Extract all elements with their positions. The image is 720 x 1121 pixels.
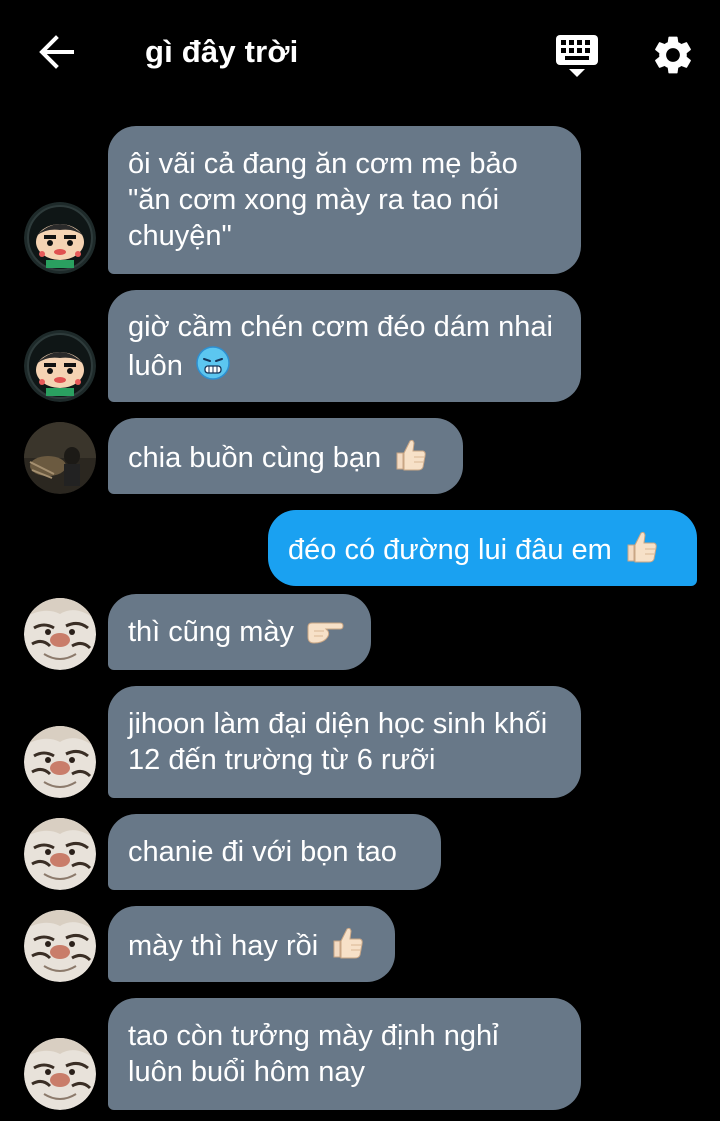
message-bubble[interactable]: giờ cầm chén cơm đéo dám nhai luôn — [108, 290, 581, 402]
avatar[interactable] — [24, 330, 96, 402]
tiger-avatar-icon — [24, 726, 96, 798]
message-text: đéo có đường lui đâu em — [288, 533, 612, 566]
avatar[interactable] — [24, 910, 96, 982]
shinchan-avatar-icon — [24, 330, 96, 402]
message-text: giờ cầm chén cơm đéo dám nhai luôn — [128, 310, 553, 382]
keyboard-button[interactable] — [553, 32, 601, 78]
dark-photo-avatar-icon — [24, 422, 96, 494]
cold-face-icon — [196, 345, 230, 380]
chat-header: gì đây trời — [0, 0, 720, 108]
message-text: jihoon làm đại diện học sinh khối 12 đến… — [128, 708, 548, 776]
chat-title: gì đây trời — [145, 34, 299, 69]
pointing-right-icon — [307, 622, 344, 644]
message-bubble[interactable]: chia buồn cùng bạn — [108, 418, 463, 494]
message-bubble[interactable]: ôi vãi cả đang ăn cơm mẹ bảo "ăn cơm xon… — [108, 126, 581, 274]
message-bubble[interactable]: chanie đi với bọn tao — [108, 814, 441, 890]
arrow-left-icon — [39, 35, 74, 69]
message-bubble[interactable]: jihoon làm đại diện học sinh khối 12 đến… — [108, 686, 581, 798]
message-bubble[interactable]: tao còn tưởng mày định nghỉ luôn buổi hô… — [108, 998, 581, 1110]
message-text: mày thì hay rồi — [128, 929, 319, 962]
message-bubble[interactable]: thì cũng mày — [108, 594, 371, 670]
message-text: chia buồn cùng bạn — [128, 441, 382, 474]
shinchan-avatar-icon — [24, 202, 96, 274]
message-bubble[interactable]: đéo có đường lui đâu em — [268, 510, 697, 586]
back-button[interactable] — [34, 30, 78, 74]
avatar[interactable] — [24, 726, 96, 798]
message-text: chanie đi với bọn tao — [128, 836, 397, 868]
avatar[interactable] — [24, 422, 96, 494]
gear-icon — [655, 36, 691, 74]
avatar[interactable] — [24, 202, 96, 274]
keyboard-icon — [556, 35, 598, 77]
settings-button[interactable] — [650, 32, 696, 78]
avatar[interactable] — [24, 818, 96, 890]
tiger-avatar-icon — [24, 818, 96, 890]
thumbs-up-icon — [333, 927, 363, 958]
message-text: tao còn tưởng mày định nghỉ luôn buổi hô… — [128, 1020, 499, 1088]
message-text: thì cũng mày — [128, 616, 295, 648]
thumbs-up-icon — [627, 531, 657, 562]
tiger-avatar-icon — [24, 598, 96, 670]
thumbs-up-icon — [396, 439, 426, 470]
tiger-avatar-icon — [24, 1038, 96, 1110]
message-bubble[interactable]: mày thì hay rồi — [108, 906, 395, 982]
tiger-avatar-icon — [24, 910, 96, 982]
message-text: ôi vãi cả đang ăn cơm mẹ bảo "ăn cơm xon… — [128, 148, 518, 252]
avatar[interactable] — [24, 598, 96, 670]
avatar[interactable] — [24, 1038, 96, 1110]
